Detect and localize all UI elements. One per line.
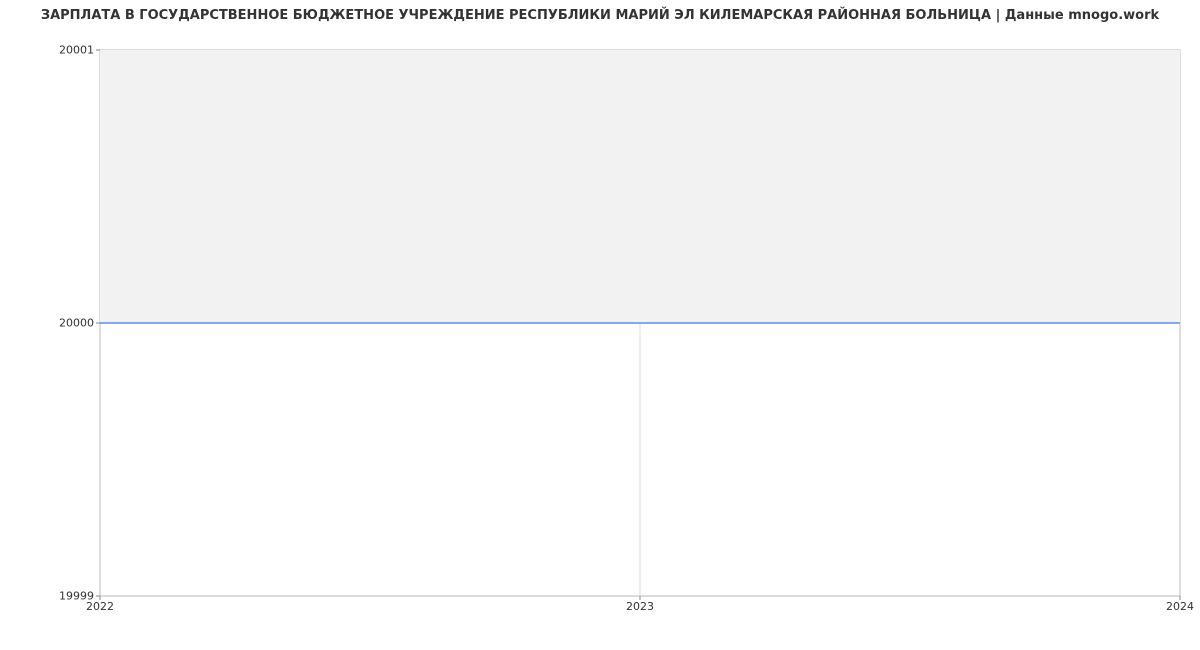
salary-chart: ЗАРПЛАТА В ГОСУДАРСТВЕННОЕ БЮДЖЕТНОЕ УЧР… (0, 0, 1200, 650)
chart-svg (0, 0, 1200, 650)
area-fill (100, 50, 1180, 323)
